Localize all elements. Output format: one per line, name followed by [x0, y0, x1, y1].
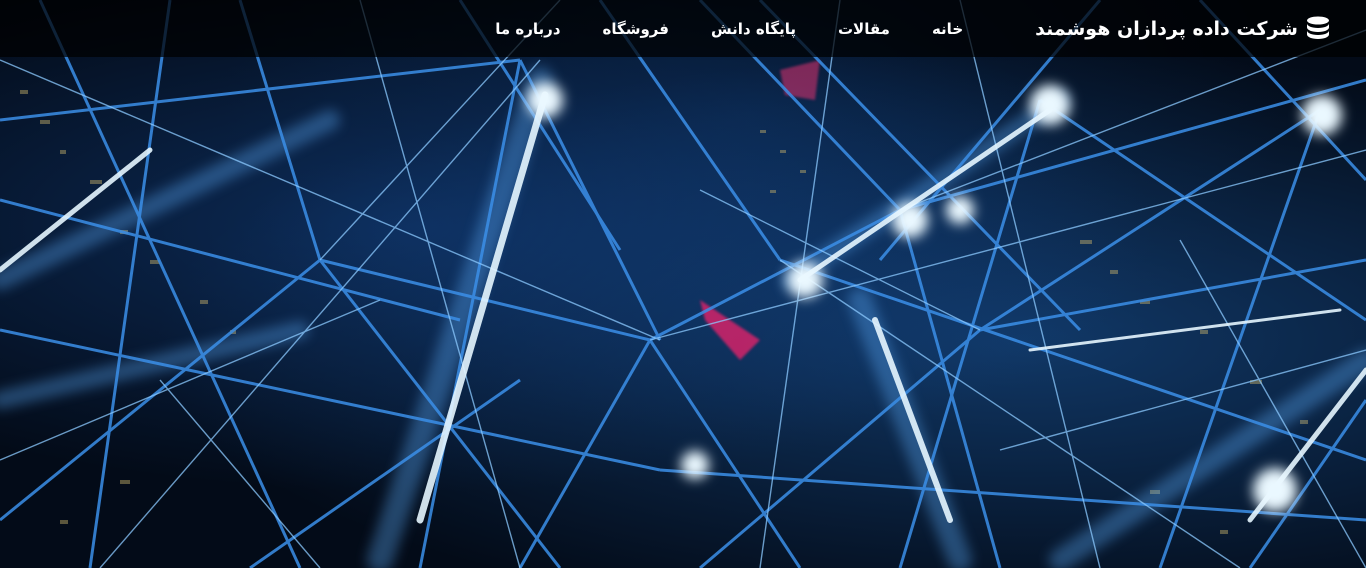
bright-highlights [0, 91, 1366, 524]
nav-item-knowledge-base: پایگاه دانش [711, 19, 796, 38]
nav-link-home[interactable]: خانه [932, 20, 963, 38]
city-lights [20, 90, 1308, 534]
nav-link-shop[interactable]: فروشگاه [603, 20, 669, 38]
network-background-image [0, 0, 1366, 568]
brand-link[interactable]: شرکت داده پردازان هوشمند [1035, 16, 1330, 42]
database-icon [1306, 16, 1330, 42]
brand-name: شرکت داده پردازان هوشمند [1035, 17, 1298, 40]
nav-item-home: خانه [932, 19, 963, 38]
nav-item-articles: مقالات [838, 19, 890, 38]
nav-link-knowledge-base[interactable]: پایگاه دانش [711, 20, 796, 38]
nav-link-about[interactable]: درباره ما [495, 20, 560, 38]
nav-menu: خانه مقالات پایگاه دانش فروشگاه درباره م… [453, 19, 963, 38]
nav-item-about: درباره ما [495, 19, 560, 38]
top-navbar: شرکت داده پردازان هوشمند خانه مقالات پای… [0, 0, 1366, 57]
nav-link-articles[interactable]: مقالات [838, 20, 890, 38]
hero-section: شرکت داده پردازان هوشمند خانه مقالات پای… [0, 0, 1366, 568]
nav-item-shop: فروشگاه [603, 19, 669, 38]
glow-bands [0, 67, 1366, 568]
